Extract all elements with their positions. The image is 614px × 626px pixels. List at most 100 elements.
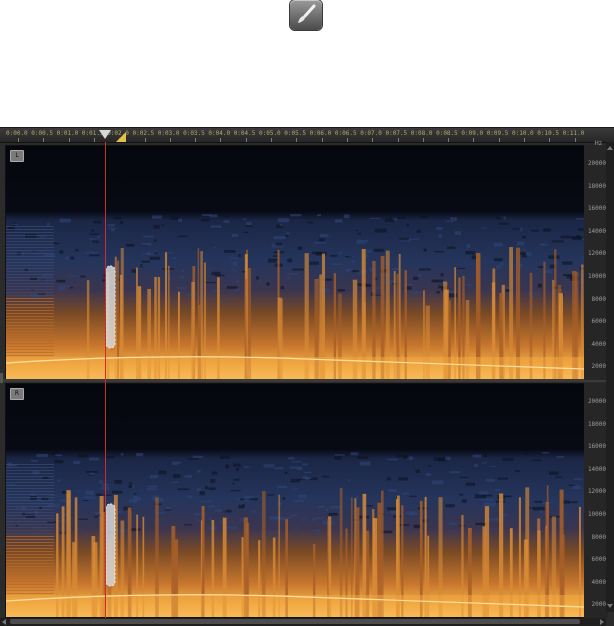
spectrogram-texture xyxy=(387,507,397,511)
spectrogram-texture xyxy=(488,498,494,501)
spectrogram-texture xyxy=(82,500,89,502)
spectrogram-texture xyxy=(488,518,498,522)
spectrogram-texture xyxy=(465,482,476,486)
spectrogram-texture xyxy=(78,518,88,520)
spectrogram-harmonic xyxy=(6,563,54,564)
spectrogram-texture xyxy=(288,457,295,460)
channel-splitter[interactable] xyxy=(0,379,606,382)
playhead-line[interactable] xyxy=(105,142,106,618)
time-ruler-tick xyxy=(498,138,500,142)
spectrogram-texture xyxy=(350,452,359,456)
frequency-label: 4000 xyxy=(591,578,606,586)
spectrogram-texture xyxy=(158,470,167,475)
channel-left-label[interactable]: L xyxy=(10,150,24,162)
spectrogram-harmonic xyxy=(6,560,54,561)
time-ruler-tick xyxy=(448,138,450,142)
spectrogram-texture xyxy=(149,475,158,479)
spectrogram-texture xyxy=(85,470,98,473)
spectrogram-harmonic xyxy=(6,521,54,522)
spectrogram-texture xyxy=(184,524,193,526)
spectrogram-texture xyxy=(343,214,350,219)
spectrogram-texture xyxy=(406,286,412,290)
spectrogram-texture xyxy=(152,215,162,219)
brush-selection-stroke[interactable] xyxy=(105,503,116,587)
spectrogram-texture xyxy=(80,275,86,278)
spectrogram-harmonic xyxy=(6,584,54,585)
spectrogram-texture xyxy=(282,497,285,500)
spectrogram-texture xyxy=(210,225,222,229)
scroll-down-icon[interactable] xyxy=(607,604,613,608)
time-ruler-label: 0:07.5 xyxy=(385,130,408,137)
spectrogram-texture xyxy=(413,276,419,280)
frequency-label: 4000 xyxy=(591,340,606,348)
channel-right-spectrogram[interactable]: R xyxy=(5,383,585,618)
spectrogram-texture xyxy=(134,492,137,495)
spectrogram-harmonic xyxy=(6,527,54,528)
spectrogram-texture xyxy=(275,242,283,246)
spectrogram-texture xyxy=(244,496,255,498)
frequency-label: 18000 xyxy=(587,420,606,428)
spectrogram-texture xyxy=(539,510,543,513)
spectrogram-texture xyxy=(214,274,225,277)
spectrogram-texture xyxy=(356,242,366,245)
spectrogram-texture xyxy=(219,455,230,459)
spectrogram-harmonic xyxy=(6,259,54,260)
scroll-left-icon[interactable] xyxy=(2,619,6,625)
spectrogram-texture xyxy=(199,491,205,496)
scroll-up-icon[interactable] xyxy=(607,146,613,150)
spectrogram-harmonic xyxy=(6,250,54,251)
spectrogram-texture xyxy=(449,471,460,474)
spectrogram-texture xyxy=(292,268,305,271)
spectrogram-texture xyxy=(459,493,464,496)
frequency-label: 12000 xyxy=(587,488,606,496)
spectrogram-texture xyxy=(496,265,501,269)
spectrogram-texture xyxy=(494,258,503,262)
channel-left-spectrogram[interactable]: L xyxy=(5,145,585,380)
spectrogram-texture xyxy=(482,227,487,229)
spectrogram-harmonic xyxy=(6,485,54,486)
spectrogram-texture xyxy=(161,224,165,226)
spectrogram-harmonic xyxy=(6,331,54,332)
spectrogram-texture xyxy=(207,505,216,508)
channel-right-label[interactable]: R xyxy=(10,388,24,400)
time-ruler-label: 0:04.5 xyxy=(233,130,256,137)
spectrogram-harmonic xyxy=(6,506,54,507)
spectral-brush-tool-button[interactable] xyxy=(290,0,322,30)
time-ruler-tick xyxy=(271,138,272,142)
spectrogram-texture xyxy=(131,269,137,273)
spectrogram-texture xyxy=(201,500,213,503)
spectrogram-texture xyxy=(211,271,221,276)
spectrogram-texture xyxy=(465,250,475,255)
spectrogram-texture xyxy=(172,256,177,259)
time-ruler[interactable]: 0:00.0 0:00.5 0:01.0 0:01.5 0:02.0 0:02.5 0:03… xyxy=(0,128,614,143)
spectrogram-texture xyxy=(194,513,207,516)
spectrogram-texture xyxy=(143,235,154,238)
spectrogram-texture xyxy=(512,228,520,230)
playhead-marker-icon[interactable] xyxy=(99,130,111,139)
time-ruler-label: 0:03.5 xyxy=(183,130,205,137)
spectrogram-texture xyxy=(284,471,288,475)
spectrogram-texture xyxy=(53,242,60,245)
horizontal-scroll-thumb[interactable] xyxy=(10,619,580,624)
frequency-label: 16000 xyxy=(587,205,606,213)
spectrogram-texture xyxy=(177,235,188,238)
spectrogram-texture xyxy=(258,281,262,284)
spectrogram-texture xyxy=(543,228,551,232)
time-ruler-label: 0:05.0 xyxy=(259,130,281,137)
spectrogram-texture xyxy=(497,477,508,480)
scroll-right-icon[interactable] xyxy=(600,619,604,625)
brush-selection-stroke[interactable] xyxy=(105,265,116,349)
spectrogram-texture xyxy=(69,287,74,289)
time-ruler-tick xyxy=(296,138,298,142)
spectrogram-texture xyxy=(496,216,504,220)
spectrogram-texture xyxy=(472,454,482,458)
spectrogram-texture xyxy=(58,285,70,288)
panel-resize-grip[interactable] xyxy=(0,373,3,383)
spectrogram-harmonic xyxy=(6,497,54,498)
frequency-label: 8000 xyxy=(591,533,606,541)
spectral-frequency-display[interactable]: 0:00.0 0:00.5 0:01.0 0:01.5 0:02.0 0:02.5 0:03… xyxy=(0,127,614,626)
spectrogram-harmonic xyxy=(6,557,54,558)
spectrogram-texture xyxy=(154,252,158,254)
vertical-scrollbar[interactable] xyxy=(606,142,614,612)
spectrogram-texture xyxy=(263,464,275,468)
